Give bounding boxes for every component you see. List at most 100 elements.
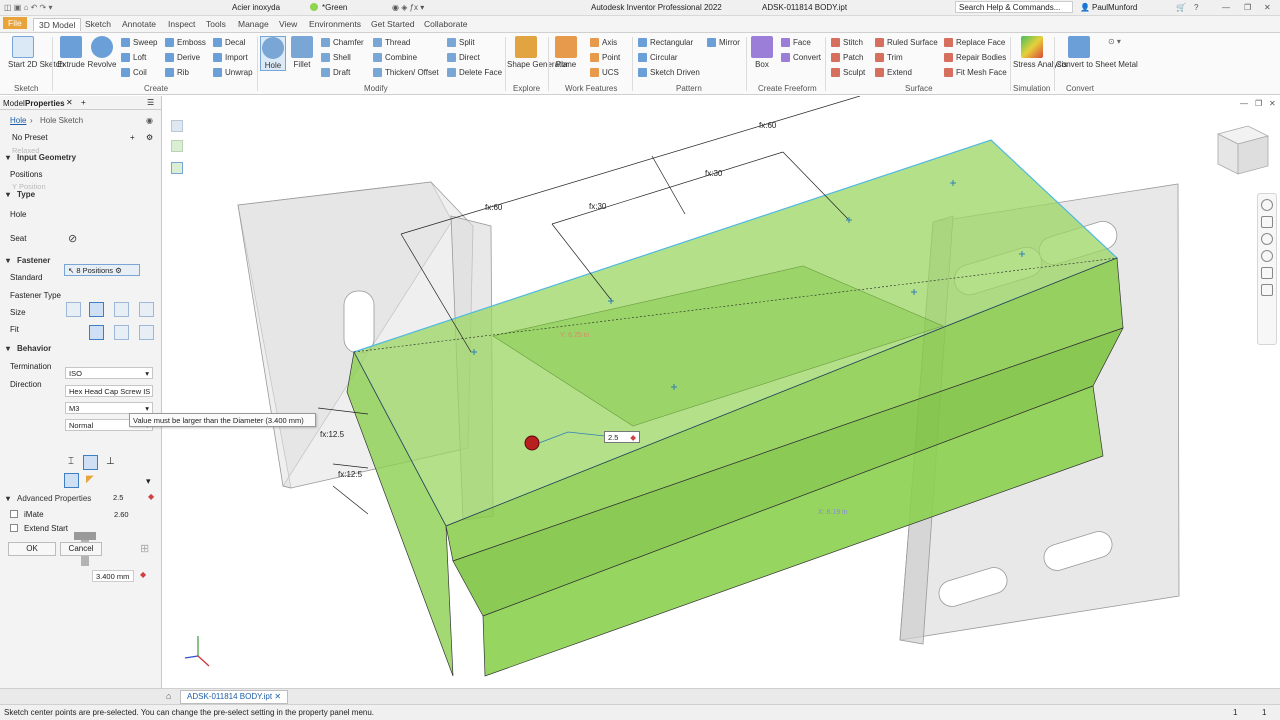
model-canvas[interactable]: fx:60 fx:60 fx:30 fx:30 fx:12.5 fx:12.5 …	[163, 96, 1280, 688]
tab-file[interactable]: File	[3, 17, 27, 29]
tab-tools[interactable]: Tools	[201, 18, 231, 30]
dimension-fx12-5-top[interactable]: fx:12.5	[320, 430, 345, 439]
dimension-fx60-top[interactable]: fx:60	[759, 121, 777, 130]
distance-termination-icon[interactable]: ⌶	[68, 456, 74, 467]
point-button[interactable]: Point	[590, 53, 620, 62]
unwrap-button[interactable]: Unwrap	[213, 68, 253, 77]
ok-button[interactable]: OK	[8, 542, 56, 556]
appearance-selector[interactable]: *Green	[322, 3, 347, 12]
close-panel-icon[interactable]: ✕	[66, 98, 73, 107]
sketch-driven-button[interactable]: Sketch Driven	[638, 68, 700, 77]
plane-button[interactable]: Plane	[552, 36, 580, 69]
document-tab[interactable]: ADSK-011814 BODY.ipt ✕	[180, 690, 289, 704]
mini-tool-icon[interactable]	[171, 140, 183, 152]
clearance-hole-button[interactable]	[89, 302, 104, 317]
tab-get-started[interactable]: Get Started	[366, 18, 419, 30]
close-icon[interactable]: ✕	[1264, 3, 1271, 12]
minimize-icon[interactable]: —	[1222, 3, 1230, 12]
box-button[interactable]: Box	[750, 36, 774, 69]
tab-sketch[interactable]: Sketch	[80, 18, 116, 30]
dimension-fx30[interactable]: fx:30	[589, 202, 607, 211]
extend-start-checkbox[interactable]	[10, 524, 18, 532]
dimension-fx60[interactable]: fx:60	[485, 203, 503, 212]
face-button[interactable]: Face	[781, 38, 811, 47]
look-at-icon[interactable]	[1261, 267, 1273, 279]
add-preset-icon[interactable]: +	[130, 133, 135, 142]
cart-icon[interactable]: 🛒	[1176, 3, 1186, 12]
fillet-button[interactable]: Fillet	[289, 36, 315, 69]
ribbon-options-icon[interactable]: ⊙ ▾	[1108, 37, 1121, 46]
shape-generator-button[interactable]: Shape Generator	[507, 36, 568, 69]
mirror-button[interactable]: Mirror	[707, 38, 740, 47]
tapped-hole-button[interactable]	[114, 302, 129, 317]
fastener-type-select[interactable]: Hex Head Cap Screw IS	[65, 385, 153, 397]
thread-button[interactable]: Thread	[373, 38, 410, 47]
tab-manage[interactable]: Manage	[233, 18, 274, 30]
counterbore-diameter-field[interactable]: 2.60	[114, 510, 129, 519]
visibility-icon[interactable]: ◉	[146, 116, 153, 125]
quick-access-icons[interactable]: ◫ ▣ ⌂ ↶ ↷ ▾	[4, 3, 52, 12]
material-selector[interactable]: Acier inoxyda	[232, 3, 280, 12]
tab-3d-model[interactable]: 3D Model	[33, 18, 82, 31]
mini-tool-icon[interactable]	[171, 120, 183, 132]
quick-tools-icons[interactable]: ◉ ◈ ƒx ▾	[392, 3, 424, 12]
full-navigation-icon[interactable]	[1261, 284, 1273, 296]
mini-tool-icon[interactable]	[171, 162, 183, 174]
tab-environments[interactable]: Environments	[304, 18, 366, 30]
countersink-button[interactable]	[139, 325, 154, 340]
tab-inspect[interactable]: Inspect	[163, 18, 200, 30]
sculpt-button[interactable]: Sculpt	[831, 68, 865, 77]
repair-bodies-button[interactable]: Repair Bodies	[944, 53, 1006, 62]
direct-button[interactable]: Direct	[447, 53, 480, 62]
spotface-button[interactable]	[114, 325, 129, 340]
tab-collaborate[interactable]: Collaborate	[419, 18, 472, 30]
breadcrumb-hole[interactable]: Hole	[10, 116, 26, 125]
direction-flip-icon[interactable]: ◤	[86, 474, 94, 485]
loft-button[interactable]: Loft	[121, 53, 146, 62]
dimension-fx12-5[interactable]: fx:12.5	[338, 470, 363, 479]
restore-icon[interactable]: ❐	[1244, 3, 1251, 12]
search-input[interactable]: Search Help & Commands...	[955, 1, 1073, 13]
graphics-viewport[interactable]: fx:60 fx:60 fx:30 fx:30 fx:12.5 fx:12.5 …	[163, 96, 1280, 688]
orbit-icon[interactable]	[1261, 250, 1273, 262]
sweep-button[interactable]: Sweep	[121, 38, 157, 47]
steering-wheel-icon[interactable]	[1261, 199, 1273, 211]
preset-settings-icon[interactable]: ⚙	[146, 133, 153, 142]
rectangular-pattern-button[interactable]: Rectangular	[638, 38, 693, 47]
positions-settings-icon[interactable]: ⚙	[113, 266, 122, 275]
emboss-button[interactable]: Emboss	[165, 38, 206, 47]
user-name[interactable]: PaulMunford	[1092, 3, 1137, 12]
viewcube[interactable]	[1216, 125, 1270, 175]
close-tab-icon[interactable]: ✕	[274, 692, 281, 701]
chamfer-button[interactable]: Chamfer	[321, 38, 364, 47]
thicken-button[interactable]: Thicken/ Offset	[373, 68, 439, 77]
convert-freeform-button[interactable]: Convert	[781, 53, 821, 62]
taper-tapped-hole-button[interactable]	[139, 302, 154, 317]
ruled-surface-button[interactable]: Ruled Surface	[875, 38, 938, 47]
combine-button[interactable]: Combine	[373, 53, 417, 62]
split-button[interactable]: Split	[447, 38, 475, 47]
depth-manipulator-handle[interactable]	[524, 435, 540, 451]
patch-button[interactable]: Patch	[831, 53, 863, 62]
hole-diameter-field[interactable]: 3.400 mm	[92, 570, 134, 582]
through-all-button[interactable]	[83, 455, 98, 470]
dimension-fx30-top[interactable]: fx:30	[705, 169, 723, 178]
derive-button[interactable]: Derive	[165, 53, 200, 62]
cancel-button[interactable]: Cancel	[60, 542, 102, 556]
add-panel-icon[interactable]: +	[81, 98, 86, 107]
simple-hole-button[interactable]	[66, 302, 81, 317]
extend-button[interactable]: Extend	[875, 68, 912, 77]
tab-model-panel[interactable]: Model	[3, 99, 25, 108]
direction-default-button[interactable]	[64, 473, 79, 488]
revolve-button[interactable]: Revolve	[87, 36, 117, 69]
draft-button[interactable]: Draft	[321, 68, 350, 77]
replace-face-button[interactable]: Replace Face	[944, 38, 1005, 47]
counterbore-depth-field[interactable]: 2.5	[110, 492, 130, 504]
import-button[interactable]: Import	[213, 53, 248, 62]
fit-mesh-face-button[interactable]: Fit Mesh Face	[944, 68, 1007, 77]
tab-view[interactable]: View	[274, 18, 302, 30]
hole-button[interactable]: Hole	[260, 36, 286, 71]
counterbore-button[interactable]	[89, 325, 104, 340]
tab-annotate[interactable]: Annotate	[117, 18, 161, 30]
start-sketch-button[interactable]: Start 2D Sketch	[8, 36, 64, 69]
